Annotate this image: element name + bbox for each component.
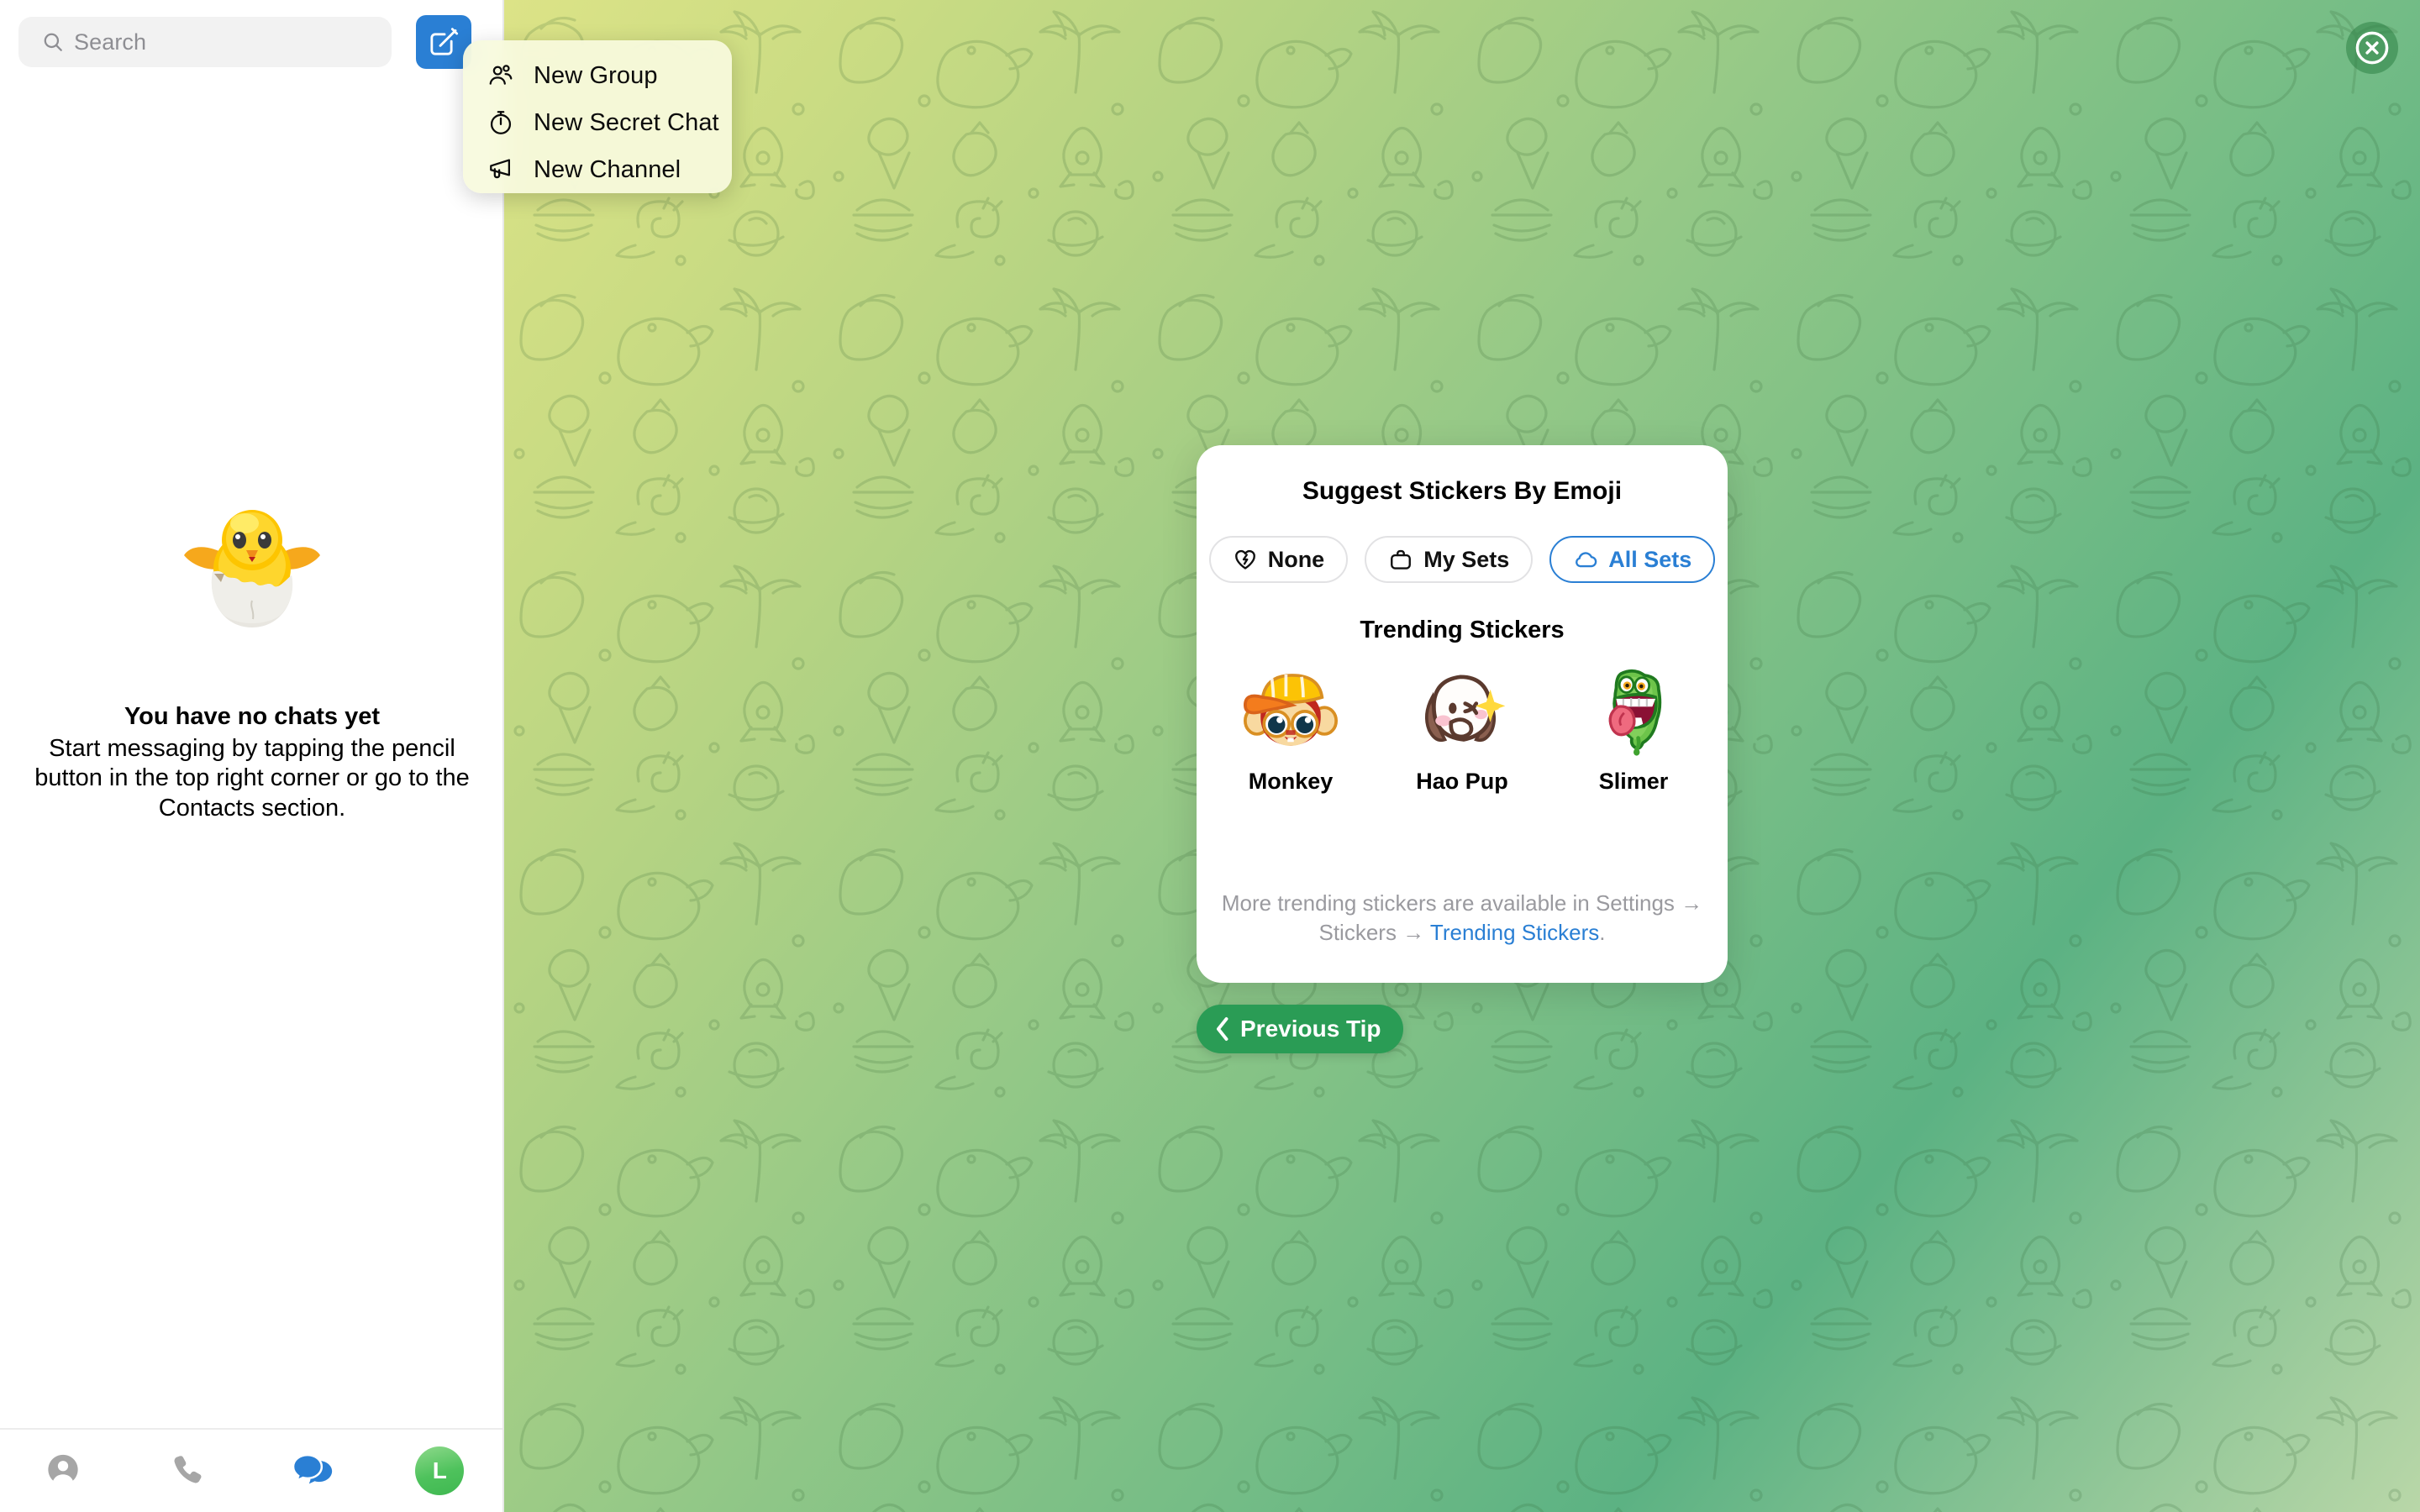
search-placeholder: Search	[74, 29, 147, 55]
trending-stickers-list: Monkey Hao Pup Slimer	[1197, 663, 1728, 795]
option-my-sets[interactable]: My Sets	[1365, 536, 1534, 583]
hao-pup-sticker	[1424, 675, 1506, 743]
menu-item-label: New Channel	[534, 155, 681, 183]
nav-item-calls[interactable]	[126, 1452, 252, 1490]
trending-stickers-link[interactable]: Trending Stickers	[1430, 920, 1599, 945]
option-none[interactable]: None	[1208, 536, 1349, 583]
empty-state-title: You have no chats yet	[124, 703, 381, 730]
menu-item-new-secret-chat[interactable]: New Secret Chat	[463, 99, 732, 146]
menu-item-new-group[interactable]: New Group	[463, 52, 732, 99]
sticker-item[interactable]: Monkey	[1237, 663, 1344, 795]
dialog-title: Suggest Stickers By Emoji	[1302, 477, 1623, 505]
sidebar-header: Search	[0, 0, 502, 84]
nav-item-contacts[interactable]	[0, 1452, 126, 1490]
sticker-name: Monkey	[1248, 769, 1334, 794]
previous-tip-button[interactable]: Previous Tip	[1197, 1005, 1403, 1053]
megaphone-icon	[487, 155, 515, 184]
search-icon	[44, 33, 62, 51]
footer-suffix: .	[1599, 919, 1606, 945]
sticker-item[interactable]: Slimer	[1580, 663, 1687, 795]
sticker-item[interactable]: Hao Pup	[1408, 663, 1516, 795]
avatar-letter: L	[432, 1457, 447, 1483]
nav-item-chats[interactable]	[251, 1450, 377, 1492]
empty-state-subtitle: Start messaging by tapping the pencil bu…	[34, 735, 470, 822]
search-input[interactable]: Search	[18, 17, 392, 67]
option-label: My Sets	[1423, 546, 1510, 572]
nav-item-settings[interactable]: L	[377, 1446, 503, 1495]
briefcase-icon	[1391, 549, 1412, 570]
option-label: All Sets	[1608, 546, 1692, 572]
compose-dropdown-menu: New Group New Secret Chat New Channel	[463, 40, 732, 193]
chat-list-sidebar: Search You have no chats yet Start messa…	[0, 0, 504, 1512]
chevron-left-icon	[1216, 1017, 1228, 1041]
menu-item-label: New Group	[534, 61, 658, 89]
sticker-suggestion-options: None My Sets All Sets	[1197, 536, 1728, 583]
close-circle-icon	[2355, 31, 2389, 65]
sticker-name: Hao Pup	[1416, 769, 1508, 794]
trending-stickers-title: Trending Stickers	[1360, 617, 1565, 643]
empty-chats-state: You have no chats yet Start messaging by…	[0, 491, 504, 823]
person-circle-icon	[48, 1454, 78, 1486]
menu-item-new-channel[interactable]: New Channel	[463, 146, 732, 193]
compose-pencil-icon	[430, 28, 459, 55]
option-all-sets[interactable]: All Sets	[1549, 536, 1716, 583]
slimer-sticker	[1608, 669, 1662, 756]
stopwatch-icon	[487, 108, 515, 137]
close-tips-button[interactable]	[2346, 22, 2398, 74]
menu-item-label: New Secret Chat	[534, 108, 719, 136]
telegram-window: Search You have no chats yet Start messa…	[0, 0, 2420, 1512]
cloud-icon	[1576, 552, 1597, 568]
tip-dialog: Suggest Stickers By Emoji None My Sets A…	[1197, 445, 1728, 983]
previous-tip-label: Previous Tip	[1240, 1016, 1381, 1042]
sticker-name: Slimer	[1598, 769, 1669, 794]
bottom-navigation-bar: L	[0, 1428, 502, 1512]
avatar: L	[415, 1446, 465, 1495]
dialog-footer-text: More trending stickers are available in …	[1197, 889, 1728, 948]
broken-heart-icon	[1234, 549, 1255, 570]
people-icon	[487, 61, 515, 90]
chat-bubbles-icon	[292, 1453, 332, 1484]
monkey-cap-sticker	[1244, 674, 1338, 746]
hatching-chick-icon	[172, 491, 332, 651]
phone-icon	[174, 1456, 202, 1483]
option-label: None	[1267, 546, 1325, 572]
